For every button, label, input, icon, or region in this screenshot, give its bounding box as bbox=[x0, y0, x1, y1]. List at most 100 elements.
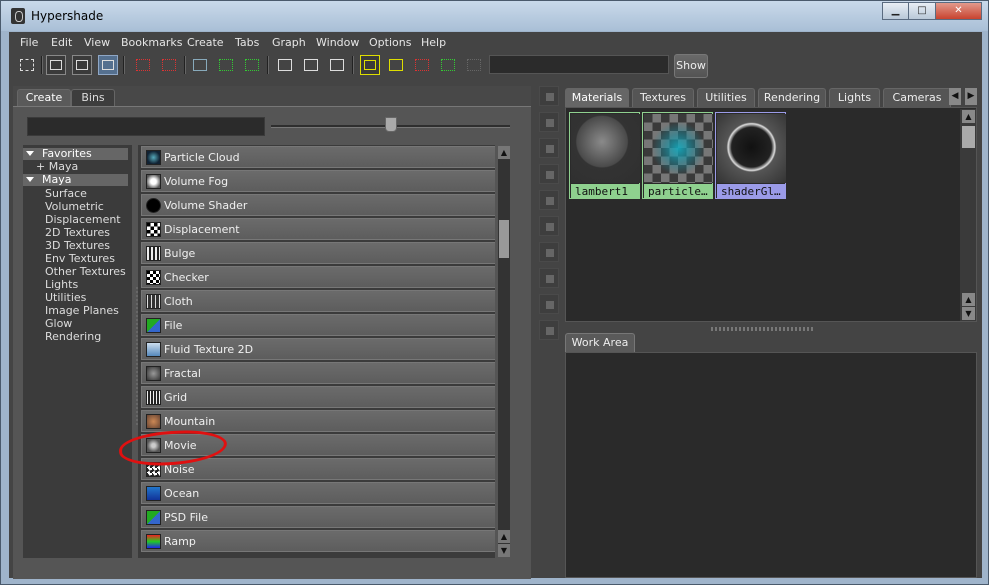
node-fluid-texture-2d[interactable]: Fluid Texture 2D bbox=[141, 338, 495, 360]
tree-item-3d-textures[interactable]: 3D Textures bbox=[45, 239, 110, 252]
menu-view[interactable]: View bbox=[84, 36, 110, 49]
tab-rendering[interactable]: Rendering bbox=[758, 88, 826, 107]
node-list-scrollbar[interactable]: ▲ ▲ ▼ bbox=[497, 145, 511, 558]
show-button[interactable]: Show bbox=[674, 54, 708, 78]
close-button[interactable]: ✕ bbox=[935, 2, 982, 20]
panel-tool-icon[interactable] bbox=[539, 164, 559, 184]
filter-input[interactable] bbox=[27, 117, 265, 136]
tree-item-other-textures[interactable]: Other Textures bbox=[45, 265, 126, 278]
material-lambert1[interactable]: lambert1 bbox=[569, 112, 640, 199]
node-bulge[interactable]: Bulge bbox=[141, 242, 495, 264]
panel-tool-icon[interactable] bbox=[539, 138, 559, 158]
menu-window[interactable]: Window bbox=[316, 36, 359, 49]
node-volume-shader[interactable]: Volume Shader bbox=[141, 194, 495, 216]
tab-scroll-left-icon[interactable]: ◀ bbox=[949, 88, 961, 105]
tree-header-maya[interactable]: Maya bbox=[23, 174, 128, 186]
tab-create[interactable]: Create bbox=[17, 89, 71, 106]
file-icon bbox=[146, 318, 161, 333]
scroll-thumb[interactable] bbox=[499, 220, 509, 258]
panel-tool-icon[interactable] bbox=[539, 242, 559, 262]
node-checker[interactable]: Checker bbox=[141, 266, 495, 288]
node-particle-cloud[interactable]: Particle Cloud bbox=[141, 146, 495, 168]
scroll-down-icon[interactable]: ▼ bbox=[498, 544, 510, 557]
node-file[interactable]: File bbox=[141, 314, 495, 336]
tree-item-rendering[interactable]: Rendering bbox=[45, 330, 101, 343]
tree-item-glow[interactable]: Glow bbox=[45, 317, 72, 330]
scroll-up-icon[interactable]: ▲ bbox=[498, 530, 510, 543]
layout-split-icon[interactable] bbox=[98, 55, 118, 75]
frame-icon[interactable] bbox=[275, 55, 295, 75]
tab-utilities[interactable]: Utilities bbox=[697, 88, 755, 107]
tab-lights[interactable]: Lights bbox=[829, 88, 880, 107]
panel-tool-icon[interactable] bbox=[539, 294, 559, 314]
pane-resize-grip[interactable] bbox=[711, 327, 815, 331]
menu-create[interactable]: Create bbox=[187, 36, 224, 49]
expand-graph-icon[interactable] bbox=[159, 55, 179, 75]
tree-item-surface[interactable]: Surface bbox=[45, 187, 87, 200]
node-psd-file[interactable]: PSD File bbox=[141, 506, 495, 528]
io-connections-icon[interactable] bbox=[242, 55, 262, 75]
tab-cameras[interactable]: Cameras bbox=[883, 88, 951, 107]
panel-tool-icon[interactable] bbox=[539, 216, 559, 236]
scroll-up-icon[interactable]: ▲ bbox=[962, 110, 975, 123]
node-volume-fog[interactable]: Volume Fog bbox=[141, 170, 495, 192]
tree-item-env-textures[interactable]: Env Textures bbox=[45, 252, 115, 265]
scroll-up-icon[interactable]: ▲ bbox=[498, 146, 510, 159]
tab-textures[interactable]: Textures bbox=[632, 88, 694, 107]
node-displacement[interactable]: Displacement bbox=[141, 218, 495, 240]
node-fractal[interactable]: Fractal bbox=[141, 362, 495, 384]
tree-item-image-planes[interactable]: Image Planes bbox=[45, 304, 119, 317]
scroll-up-icon[interactable]: ▲ bbox=[962, 293, 975, 306]
menu-file[interactable]: File bbox=[20, 36, 38, 49]
panel-tool-icon[interactable] bbox=[539, 86, 559, 106]
panel-tool-icon[interactable] bbox=[539, 268, 559, 288]
icon-size-slider-handle[interactable] bbox=[385, 117, 397, 132]
material-particle[interactable]: particle… bbox=[642, 112, 713, 199]
tree-item-utilities[interactable]: Utilities bbox=[45, 291, 86, 304]
work-area[interactable] bbox=[565, 352, 977, 578]
tab-bins[interactable]: Bins bbox=[71, 89, 115, 106]
node-ocean[interactable]: Ocean bbox=[141, 482, 495, 504]
graph-nodes-icon[interactable] bbox=[133, 55, 153, 75]
material-shaderglow[interactable]: shaderGl… bbox=[715, 112, 786, 199]
menu-graph[interactable]: Graph bbox=[272, 36, 306, 49]
node-ramp[interactable]: Ramp bbox=[141, 530, 495, 552]
minimize-button[interactable]: ▁ bbox=[882, 2, 909, 20]
rerender-icon[interactable] bbox=[386, 55, 406, 75]
tab-scroll-right-icon[interactable]: ▶ bbox=[965, 88, 977, 105]
tab-materials[interactable]: Materials bbox=[565, 88, 629, 107]
panel-tool-icon[interactable] bbox=[539, 320, 559, 340]
layout-top-icon[interactable] bbox=[46, 55, 66, 75]
menu-options[interactable]: Options bbox=[369, 36, 411, 49]
tree-item-favorites-maya[interactable]: + Maya bbox=[36, 160, 78, 173]
tree-item-displacement[interactable]: Displacement bbox=[45, 213, 121, 226]
swatch-render-icon[interactable] bbox=[412, 55, 432, 75]
maximize-button[interactable]: □ bbox=[908, 2, 936, 20]
tree-item-2d-textures[interactable]: 2D Textures bbox=[45, 226, 110, 239]
panel-tool-icon[interactable] bbox=[539, 190, 559, 210]
tab-work-area[interactable]: Work Area bbox=[565, 333, 635, 352]
tree-header-favorites[interactable]: Favorites bbox=[23, 148, 128, 160]
graph-material-icon[interactable] bbox=[438, 55, 458, 75]
frame-selected-icon[interactable] bbox=[327, 55, 347, 75]
scroll-thumb[interactable] bbox=[962, 126, 975, 148]
render-icon[interactable] bbox=[360, 55, 380, 75]
node-grid[interactable]: Grid bbox=[141, 386, 495, 408]
menu-tabs[interactable]: Tabs bbox=[235, 36, 259, 49]
materials-scrollbar[interactable]: ▲ ▲ ▼ bbox=[960, 109, 976, 321]
input-connections-icon[interactable] bbox=[216, 55, 236, 75]
clear-graph-icon[interactable] bbox=[190, 55, 210, 75]
menu-edit[interactable]: Edit bbox=[51, 36, 72, 49]
node-mountain[interactable]: Mountain bbox=[141, 410, 495, 432]
layout-bottom-icon[interactable] bbox=[72, 55, 92, 75]
menu-bookmarks[interactable]: Bookmarks bbox=[121, 36, 182, 49]
menu-help[interactable]: Help bbox=[421, 36, 446, 49]
tree-item-volumetric[interactable]: Volumetric bbox=[45, 200, 104, 213]
search-input[interactable] bbox=[489, 55, 669, 74]
node-cloth[interactable]: Cloth bbox=[141, 290, 495, 312]
scroll-down-icon[interactable]: ▼ bbox=[962, 307, 975, 320]
panel-tool-icon[interactable] bbox=[539, 112, 559, 132]
notes-icon[interactable] bbox=[17, 55, 37, 75]
frame-all-icon[interactable] bbox=[301, 55, 321, 75]
tree-item-lights[interactable]: Lights bbox=[45, 278, 78, 291]
